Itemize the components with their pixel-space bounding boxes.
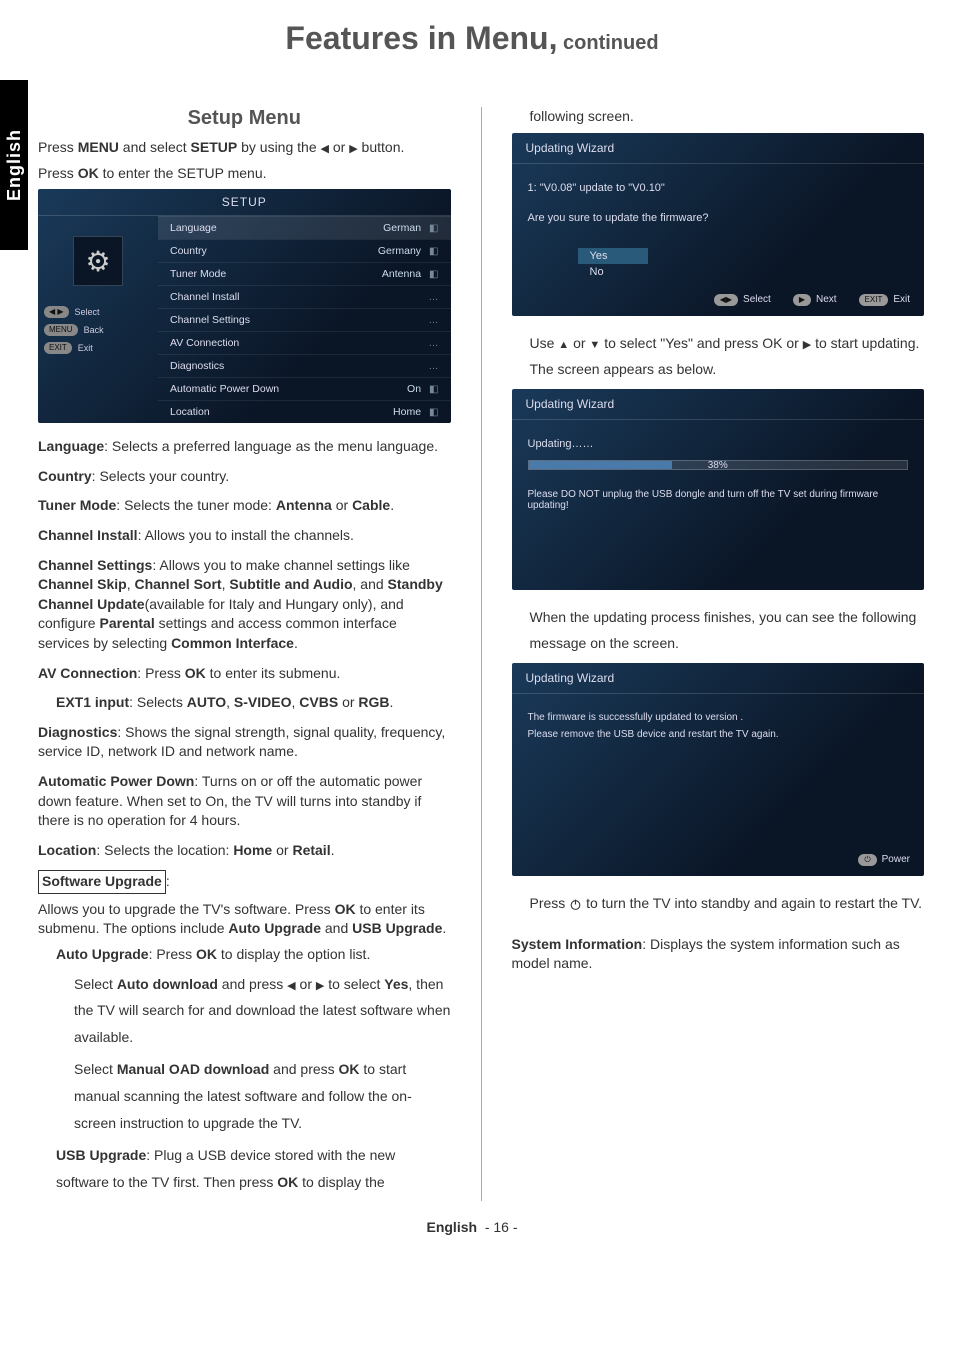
- wizard-done-screen: Updating Wizard The firmware is successf…: [512, 663, 925, 876]
- page-footer: English - 16 -: [20, 1219, 924, 1235]
- desc-country: Country: Selects your country.: [38, 467, 451, 487]
- desc-ext1: EXT1 input: Selects AUTO, S-VIDEO, CVBS …: [56, 693, 451, 713]
- power-icon: [569, 898, 582, 911]
- setup-row-apd: Automatic Power DownOn◧: [158, 377, 451, 400]
- setup-row-channel-settings: Channel Settings…: [158, 308, 451, 331]
- intro-line-1: Press MENU and select SETUP by using the…: [38, 138, 451, 158]
- setup-header: SETUP: [38, 189, 451, 216]
- desc-channel-install: Channel Install: Allows you to install t…: [38, 526, 451, 546]
- wiz3-footer: ⏻Power: [512, 854, 925, 876]
- intro-line-2: Press OK to enter the SETUP menu.: [38, 164, 451, 184]
- wiz3-msg1: The firmware is successfully updated to …: [528, 712, 909, 723]
- after-wiz1: Use ▲ or ▼ to select "Yes" and press OK …: [530, 330, 925, 383]
- setup-row-tuner: Tuner ModeAntenna◧: [158, 262, 451, 285]
- right-column: following screen. Updating Wizard 1: "V0…: [512, 77, 925, 1201]
- wiz1-line1: 1: "V0.08" update to "V0.10": [528, 182, 909, 194]
- wiz1-footer: ◀▶Select ▶Next EXITExit: [512, 294, 925, 316]
- hint-exit: EXITExit: [44, 342, 152, 354]
- wiz3-title: Updating Wizard: [512, 663, 925, 694]
- desc-auto-upgrade: Auto Upgrade: Press OK to display the op…: [56, 945, 451, 965]
- setup-row-diagnostics: Diagnostics…: [158, 354, 451, 377]
- title-main: Features in Menu,: [285, 20, 557, 56]
- desc-diagnostics: Diagnostics: Shows the signal strength, …: [38, 723, 451, 762]
- setup-row-av-connection: AV Connection…: [158, 331, 451, 354]
- desc-channel-settings: Channel Settings: Allows you to make cha…: [38, 556, 451, 654]
- gear-icon: ⚙: [73, 236, 123, 286]
- setup-list: LanguageGerman◧ CountryGermany◧ Tuner Mo…: [158, 216, 451, 423]
- desc-apd: Automatic Power Down: Turns on or off th…: [38, 772, 451, 831]
- setup-row-channel-install: Channel Install…: [158, 285, 451, 308]
- progress-percent: 38%: [528, 460, 909, 471]
- power-key-icon: ⏻: [858, 854, 876, 866]
- wizard-confirm-screen: Updating Wizard 1: "V0.08" update to "V0…: [512, 133, 925, 316]
- wiz2-progress: 38%: [528, 460, 909, 471]
- setup-row-language: LanguageGerman◧: [158, 216, 451, 239]
- desc-language: Language: Selects a preferred language a…: [38, 437, 451, 457]
- title-sub: continued: [557, 32, 658, 54]
- wiz1-yes: Yes: [578, 248, 648, 264]
- after-wiz2: When the updating process finishes, you …: [530, 604, 925, 657]
- hint-select: ◀ ▶Select: [44, 306, 152, 318]
- section-setup-menu: Setup Menu: [38, 107, 451, 130]
- left-column: Setup Menu Press MENU and select SETUP b…: [38, 77, 451, 1201]
- cont-following-screen: following screen.: [530, 107, 925, 127]
- desc-auto-download: Select Auto download and press ◀ or ▶ to…: [74, 971, 451, 1051]
- desc-manual-oad: Select Manual OAD download and press OK …: [74, 1056, 451, 1136]
- wiz1-title: Updating Wizard: [512, 133, 925, 164]
- wizard-progress-screen: Updating Wizard Updating…… 38% Please DO…: [512, 389, 925, 590]
- wiz1-options: Yes No: [578, 248, 909, 280]
- footer-page: - 16 -: [485, 1219, 518, 1235]
- wiz2-title: Updating Wizard: [512, 389, 925, 420]
- language-tab: English: [0, 80, 28, 250]
- setup-row-location: LocationHome◧: [158, 400, 451, 423]
- desc-av-connection: AV Connection: Press OK to enter its sub…: [38, 664, 451, 684]
- setup-screen-mock: SETUP ⚙ ◀ ▶Select MENUBack EXITExit Lang…: [38, 189, 451, 423]
- hint-back: MENUBack: [44, 324, 152, 336]
- desc-system-info: System Information: Displays the system …: [512, 935, 925, 974]
- desc-usb-upgrade: USB Upgrade: Plug a USB device stored wi…: [56, 1142, 451, 1195]
- wiz2-warning: Please DO NOT unplug the USB dongle and …: [528, 489, 909, 511]
- wiz2-updating: Updating……: [528, 438, 909, 450]
- setup-row-country: CountryGermany◧: [158, 239, 451, 262]
- footer-lang: English: [426, 1219, 477, 1235]
- desc-location: Location: Selects the location: Home or …: [38, 841, 451, 861]
- column-separator: [481, 107, 482, 1201]
- manual-page: Features in Menu, continued English Setu…: [0, 0, 954, 1255]
- wiz1-no: No: [578, 264, 648, 280]
- after-wiz3: Press to turn the TV into standby and ag…: [530, 890, 925, 917]
- desc-software-upgrade-body: Allows you to upgrade the TV's software.…: [38, 900, 451, 939]
- desc-tuner: Tuner Mode: Selects the tuner mode: Ante…: [38, 496, 451, 516]
- setup-sidebar: ⚙ ◀ ▶Select MENUBack EXITExit: [38, 216, 158, 423]
- wiz1-line2: Are you sure to update the firmware?: [528, 212, 909, 224]
- desc-software-upgrade: Software Upgrade:: [38, 870, 451, 894]
- wiz3-msg2: Please remove the USB device and restart…: [528, 729, 909, 740]
- page-title: Features in Menu, continued: [20, 20, 924, 57]
